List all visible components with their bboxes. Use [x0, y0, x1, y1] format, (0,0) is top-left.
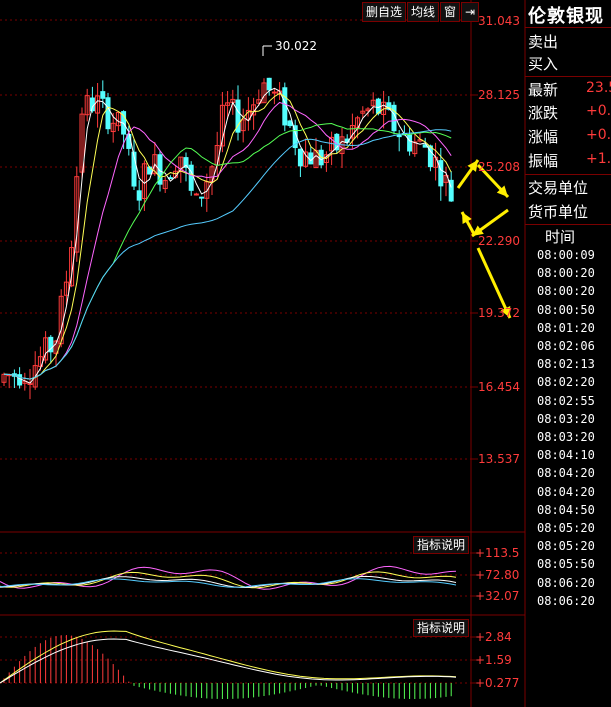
candle-body [188, 164, 194, 191]
currency-unit-label: 货币单位 [528, 203, 589, 221]
indicator1-axis-label: +113.5 [475, 546, 520, 560]
candle-body [407, 134, 413, 152]
tick-time: 08:00:50 [537, 302, 595, 317]
indicator2-axis-label: +2.84 [475, 630, 512, 644]
remove-favorite-button[interactable]: 删自选 [362, 2, 407, 22]
indicator2-axis-label: +0.277 [475, 676, 520, 690]
tick-time: 08:04:10 [537, 448, 595, 463]
change-pct-value: +0.1 [586, 127, 611, 143]
tick-time: 08:02:06 [537, 339, 595, 353]
candle-body [105, 97, 111, 130]
tick-time: 08:03:20 [537, 411, 595, 426]
candle-body [199, 196, 205, 199]
amplitude-value: +1.0 [586, 151, 611, 167]
price-axis-label: 25.208 [478, 160, 520, 174]
candle-body [136, 190, 142, 201]
amplitude-label: 振幅 [528, 152, 559, 170]
candle-body [271, 91, 277, 94]
ma-line-yellow [3, 92, 452, 380]
change-pct-label: 涨幅 [528, 128, 559, 146]
candle-body [100, 91, 106, 99]
indicator2-axis-label: +1.59 [475, 653, 512, 667]
trade-unit-label: 交易单位 [528, 179, 589, 197]
indicator1-axis-label: +72.80 [475, 568, 520, 582]
latest-label: 最新 [528, 81, 559, 99]
ma-line-green [3, 122, 452, 380]
change-label: 涨跌 [528, 104, 559, 122]
time-column-header: 时间 [545, 228, 576, 246]
peak-label: 30.022 [275, 39, 317, 53]
candle-body [375, 98, 381, 114]
change-value: +0.0 [586, 103, 611, 119]
tick-time: 08:02:13 [537, 357, 595, 372]
candle-body [17, 374, 23, 386]
indicator-explain-button[interactable]: 指标说明 [413, 536, 470, 554]
tick-time: 08:05:50 [537, 557, 595, 572]
tick-time: 08:00:20 [537, 266, 595, 281]
sell-label: 卖出 [528, 33, 559, 51]
price-axis-label: 16.454 [478, 380, 520, 394]
peak-marker: 30.022 [262, 39, 317, 56]
indicator1-axis-label: +32.07 [475, 589, 520, 603]
tick-time: 08:05:20 [537, 539, 595, 554]
candle-body [297, 148, 303, 167]
candle-body [438, 160, 444, 187]
price-axis-label: 13.537 [478, 452, 520, 466]
chart-toolbar: 删自选 均线 窗 ⇥ [362, 2, 480, 22]
indicator-explain-button[interactable]: 指标说明 [413, 619, 470, 637]
buy-label: 买入 [528, 55, 559, 73]
tick-time: 08:04:20 [537, 484, 595, 499]
tick-time: 08:00:09 [537, 248, 595, 262]
tick-time: 08:06:20 [537, 575, 595, 590]
macd-dea-line [0, 638, 457, 684]
candle-body [287, 120, 293, 127]
price-axis-label: 31.043 [478, 14, 520, 28]
moving-average-button[interactable]: 均线 [407, 2, 440, 22]
tick-time: 08:00:20 [537, 284, 595, 299]
macd-dif-line [0, 630, 457, 684]
tick-time: 08:06:20 [537, 593, 595, 608]
price-axis-label: 28.125 [478, 88, 520, 102]
tick-time: 08:05:20 [537, 521, 595, 535]
price-axis-label: 22.290 [478, 234, 520, 248]
candle-body [193, 193, 199, 196]
tick-time: 08:03:20 [537, 430, 595, 444]
tick-time: 08:02:20 [537, 375, 595, 390]
tick-time: 08:02:55 [537, 393, 595, 408]
price-axis-label: 19.372 [478, 306, 520, 320]
latest-value: 23.5 [586, 80, 611, 96]
arrow-right-icon[interactable]: ⇥ [461, 2, 480, 22]
tick-time: 08:04:20 [537, 466, 595, 481]
window-button[interactable]: 窗 [440, 2, 461, 22]
candle-body [266, 77, 272, 91]
ma-line-white [3, 87, 452, 384]
tick-time: 08:01:20 [537, 320, 595, 335]
instrument-title: 伦敦银现 [528, 6, 604, 27]
candle-body [396, 134, 402, 138]
tick-time: 08:04:50 [537, 502, 595, 517]
